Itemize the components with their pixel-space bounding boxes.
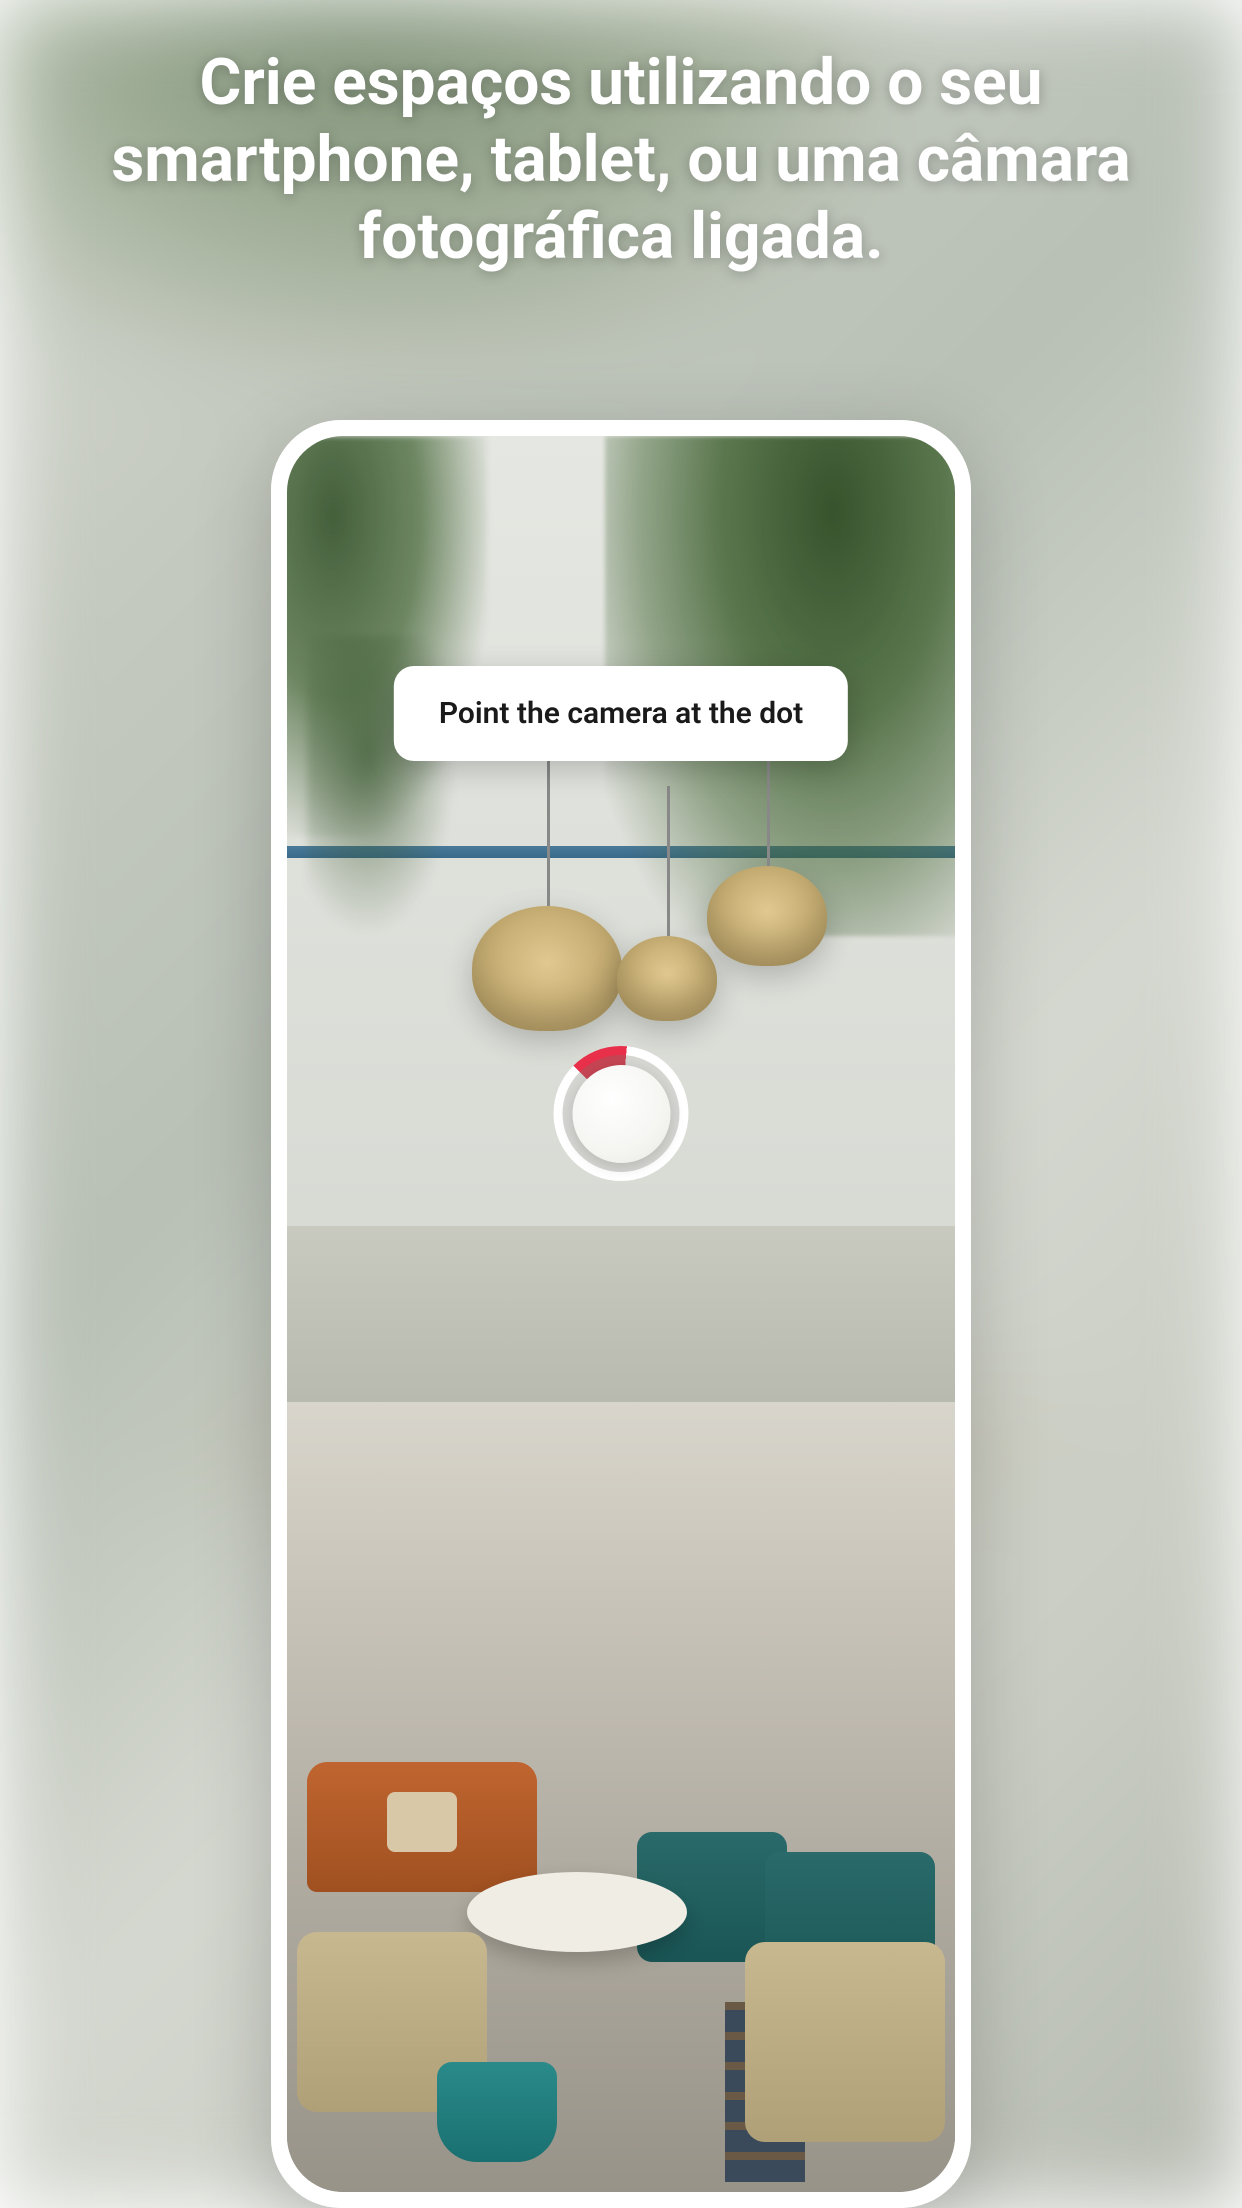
scene-pillow — [387, 1792, 457, 1852]
scene-lamp — [472, 906, 622, 1031]
scene-stool — [437, 2062, 557, 2162]
scene-room — [287, 1402, 955, 2192]
scene-lamp — [707, 866, 827, 966]
scene-table — [467, 1872, 687, 1952]
instruction-tooltip: Point the camera at the dot — [394, 666, 848, 761]
phone-screen: Point the camera at the dot — [287, 436, 955, 2192]
instruction-text: Point the camera at the dot — [439, 696, 803, 731]
scene-chair — [745, 1942, 945, 2142]
capture-button[interactable] — [554, 1046, 689, 1181]
phone-mockup-frame: Point the camera at the dot — [271, 420, 971, 2208]
capture-progress-ring — [554, 1046, 689, 1181]
capture-shutter-icon — [572, 1065, 670, 1163]
scene-lamp — [617, 936, 717, 1021]
promo-headline: Crie espaços utilizando o seu smartphone… — [50, 45, 1192, 275]
